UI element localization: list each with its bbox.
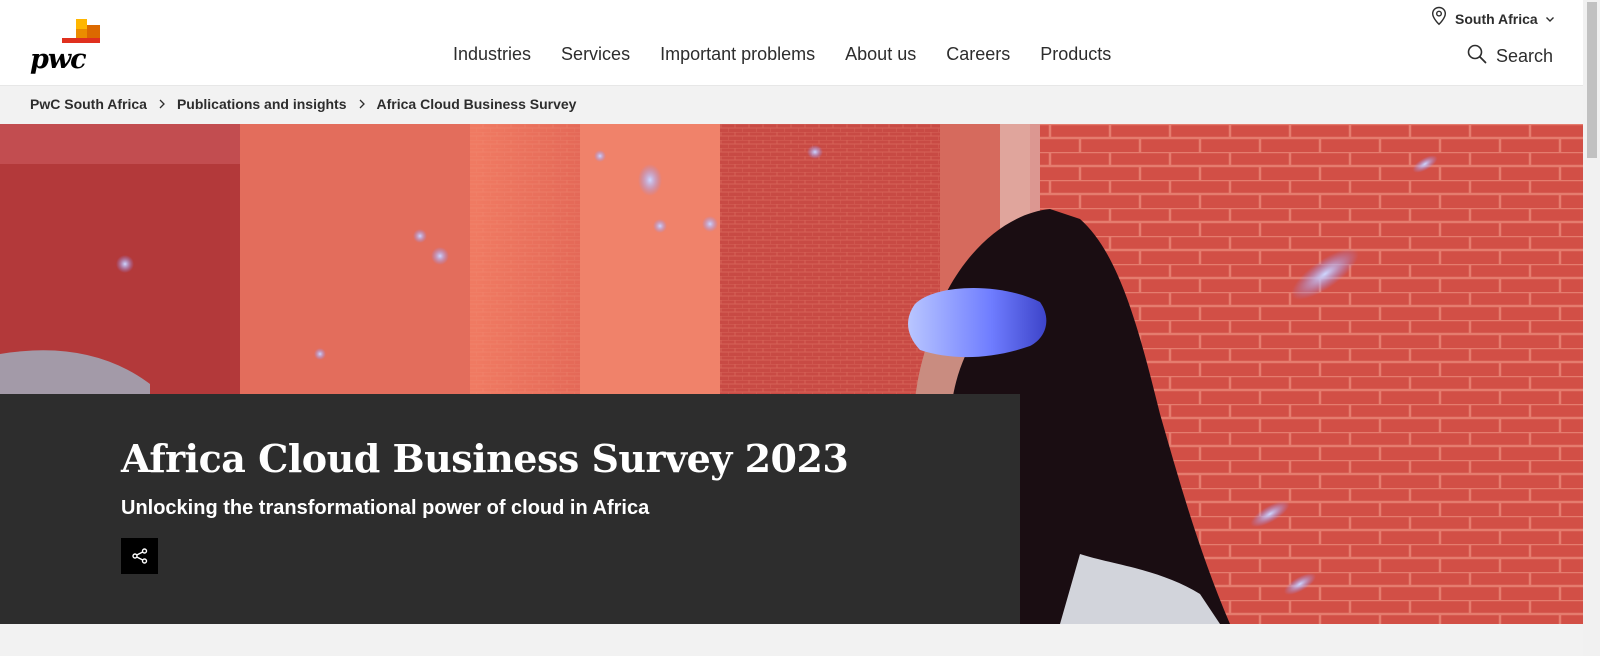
nav-products[interactable]: Products [1040, 44, 1111, 65]
region-label: South Africa [1455, 10, 1538, 27]
logo-block-1 [76, 19, 87, 29]
breadcrumb-current: Africa Cloud Business Survey [376, 96, 577, 112]
page-subtitle: Unlocking the transformational power of … [121, 497, 650, 519]
location-pin-icon [1430, 6, 1448, 31]
nav-about-us[interactable]: About us [845, 44, 916, 65]
site-header: pwc Industries Services Important proble… [0, 0, 1583, 86]
region-selector[interactable]: South Africa [1430, 6, 1555, 31]
logo-block-4 [62, 38, 100, 43]
search-button[interactable]: Search [1467, 44, 1553, 69]
page-title: Africa Cloud Business Survey 2023 [121, 436, 849, 481]
chevron-down-icon [1545, 10, 1555, 28]
chevron-right-icon [159, 99, 165, 109]
scrollbar-thumb[interactable] [1587, 2, 1597, 158]
scrollbar[interactable] [1583, 0, 1600, 656]
nav-industries[interactable]: Industries [453, 44, 531, 65]
nav-important-problems[interactable]: Important problems [660, 44, 815, 65]
pwc-logo[interactable]: pwc [30, 19, 102, 75]
main-nav: Industries Services Important problems A… [453, 44, 1141, 65]
share-button[interactable] [121, 538, 158, 574]
nav-services[interactable]: Services [561, 44, 630, 65]
search-icon [1467, 44, 1487, 69]
logo-wordmark: pwc [30, 44, 87, 75]
breadcrumb-pwc-south-africa[interactable]: PwC South Africa [30, 96, 147, 112]
breadcrumb-publications[interactable]: Publications and insights [177, 96, 347, 112]
share-icon [131, 548, 147, 564]
nav-careers[interactable]: Careers [946, 44, 1010, 65]
page: pwc Industries Services Important proble… [0, 0, 1583, 656]
search-label: Search [1496, 46, 1554, 66]
chevron-right-icon [359, 99, 365, 109]
breadcrumb: PwC South Africa Publications and insigh… [30, 96, 576, 112]
